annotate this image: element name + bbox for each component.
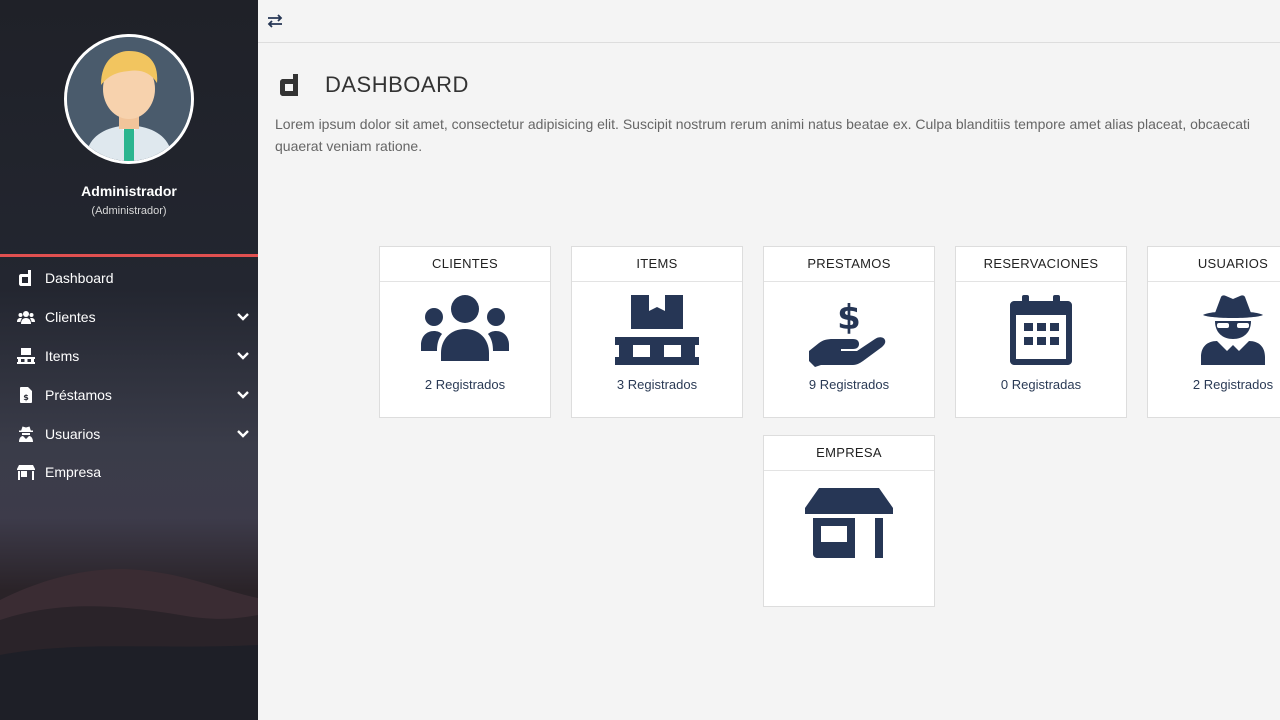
sidebar-item-label: Clientes: [45, 309, 96, 326]
tile-title: PRESTAMOS: [764, 247, 934, 282]
user-avatar-icon: [67, 37, 191, 161]
calendar-icon: [956, 295, 1126, 365]
sidebar-item-label: Préstamos: [45, 386, 112, 403]
user-secret-icon: [1148, 295, 1280, 365]
sidebar-item-prestamos[interactable]: $ Préstamos: [0, 375, 258, 414]
page-description: Lorem ipsum dolor sit amet, consectetur …: [275, 116, 1251, 154]
sidebar-background-dunes: [0, 569, 258, 720]
svg-text:$: $: [23, 393, 29, 402]
hand-holding-dollar-icon: $: [764, 295, 934, 367]
dashboard-icon: [17, 269, 35, 287]
sidebar-item-label: Items: [45, 347, 80, 364]
tile-clientes[interactable]: CLIENTES 2 Registrados: [379, 246, 551, 418]
tile-title: RESERVACIONES: [956, 247, 1126, 282]
profile-name: Administrador: [81, 183, 177, 199]
tile-count: 2 Registrados: [424, 377, 506, 392]
users-icon: [380, 295, 550, 365]
chevron-down-icon[interactable]: [236, 310, 250, 324]
chevron-down-icon[interactable]: [236, 388, 250, 402]
users-icon: [17, 308, 35, 326]
tile-title: USUARIOS: [1148, 247, 1280, 282]
profile-panel: Administrador (Administrador): [0, 0, 258, 258]
sidebar-item-label: Usuarios: [45, 425, 101, 442]
sidebar-menu: Dashboard Clientes Items $ Préstamos Usu…: [0, 259, 258, 492]
tile-count: 0 Registradas: [1000, 377, 1082, 392]
chevron-down-icon[interactable]: [236, 349, 250, 363]
sidebar: Administrador (Administrador) Dashboard …: [0, 0, 258, 720]
page-title: DASHBOARD: [325, 72, 469, 97]
profile-divider: [0, 254, 258, 257]
pallet-icon: [572, 295, 742, 365]
dashboard-icon: [280, 74, 298, 96]
pallet-icon: [17, 347, 35, 365]
tile-title: CLIENTES: [380, 247, 550, 282]
store-icon: [17, 463, 35, 481]
page-title-row: DASHBOARD: [275, 70, 1280, 100]
tile-count: 3 Registrados: [616, 377, 698, 392]
sidebar-item-label: Empresa: [45, 464, 102, 481]
sidebar-item-label: Dashboard: [45, 270, 114, 287]
sidebar-item-empresa[interactable]: Empresa: [0, 453, 258, 492]
sidebar-item-dashboard[interactable]: Dashboard: [0, 259, 258, 298]
page-header: DASHBOARD Lorem ipsum dolor sit amet, co…: [275, 70, 1280, 157]
tile-items[interactable]: ITEMS 3 Registrados: [571, 246, 743, 418]
sidebar-item-clientes[interactable]: Clientes: [0, 298, 258, 337]
sidebar-item-items[interactable]: Items: [0, 337, 258, 376]
chevron-down-icon[interactable]: [236, 427, 250, 441]
invoice-icon: $: [17, 386, 35, 404]
tile-count: 2 Registrados: [1192, 377, 1274, 392]
tile-reservaciones[interactable]: RESERVACIONES 0 Registradas: [955, 246, 1127, 418]
tile-usuarios[interactable]: USUARIOS 2 Registrados: [1147, 246, 1280, 418]
tile-title: EMPRESA: [764, 436, 934, 471]
tile-empresa[interactable]: EMPRESA: [763, 435, 935, 607]
tile-title: ITEMS: [572, 247, 742, 282]
top-bar: [258, 0, 1280, 43]
svg-text:$: $: [837, 298, 861, 338]
swap-arrows-icon[interactable]: [267, 13, 283, 29]
profile-role: (Administrador): [91, 205, 167, 217]
avatar[interactable]: [64, 34, 194, 164]
sidebar-item-usuarios[interactable]: Usuarios: [0, 414, 258, 453]
store-icon: [764, 488, 934, 558]
user-secret-icon: [17, 425, 35, 443]
tile-count: 9 Registrados: [808, 377, 890, 392]
tile-prestamos[interactable]: PRESTAMOS $ 9 Registrados: [763, 246, 935, 418]
